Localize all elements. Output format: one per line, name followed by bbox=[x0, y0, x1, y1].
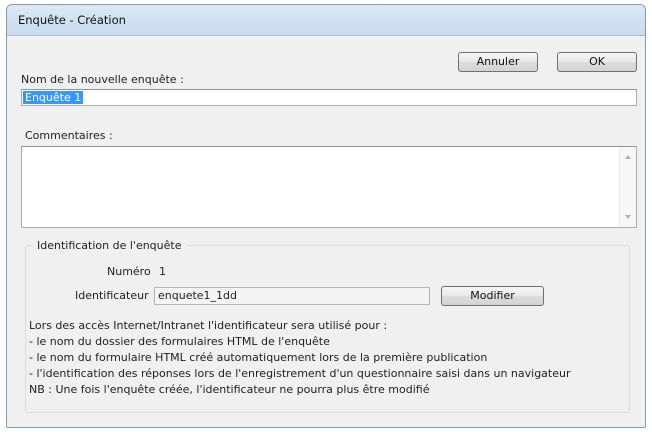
cancel-button[interactable]: Annuler bbox=[458, 52, 538, 72]
scroll-up-arrow-icon[interactable] bbox=[625, 155, 631, 159]
info-line: - le nom du dossier des formulaires HTML… bbox=[29, 335, 330, 348]
ok-button[interactable]: OK bbox=[557, 52, 637, 72]
survey-name-input[interactable]: Enquête 1 bbox=[21, 89, 637, 106]
survey-name-value: Enquête 1 bbox=[23, 91, 84, 104]
comments-textarea[interactable] bbox=[21, 146, 637, 228]
info-line: - le nom du formulaire HTML créé automat… bbox=[29, 351, 488, 364]
survey-name-label: Nom de la nouvelle enquête : bbox=[21, 73, 184, 86]
identifier-label: Identificateur bbox=[75, 289, 149, 302]
number-value: 1 bbox=[159, 265, 166, 278]
info-text: Lors des accès Internet/Intranet l'ident… bbox=[29, 318, 629, 398]
identification-group-title: Identification de l'enquête bbox=[33, 239, 186, 252]
modify-identifier-button[interactable]: Modifier bbox=[441, 286, 544, 306]
number-label: Numéro bbox=[107, 265, 151, 278]
comments-scrollbar[interactable] bbox=[619, 147, 636, 227]
identifier-field: enquete1_1dd bbox=[154, 287, 430, 305]
title-bar[interactable]: Enquête - Création bbox=[7, 5, 645, 36]
info-line: NB : Une fois l'enquête créée, l'identif… bbox=[29, 383, 430, 396]
info-line: Lors des accès Internet/Intranet l'ident… bbox=[29, 319, 388, 332]
identifier-value: enquete1_1dd bbox=[158, 289, 238, 302]
scroll-down-arrow-icon[interactable] bbox=[625, 215, 631, 219]
window-title: Enquête - Création bbox=[18, 13, 126, 27]
dialog-window: Enquête - Création Annuler OK Nom de la … bbox=[6, 4, 646, 428]
info-line: - l'identification des réponses lors de … bbox=[29, 367, 571, 380]
comments-label: Commentaires : bbox=[25, 129, 113, 142]
